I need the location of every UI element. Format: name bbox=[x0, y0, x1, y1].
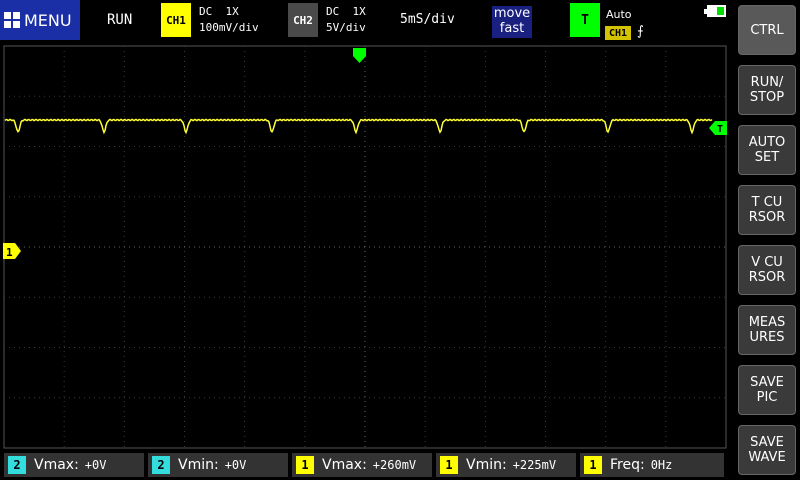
measurement-value: +260mV bbox=[372, 458, 417, 472]
sidebar-button-label-line2: SET bbox=[754, 150, 780, 165]
measurement-value: +0V bbox=[224, 458, 247, 472]
waveform-display[interactable]: 1 T bbox=[0, 0, 732, 452]
measurement-name: Vmin: bbox=[466, 457, 507, 473]
sidebar-button-label-line1: SAVE bbox=[750, 435, 784, 450]
sidebar-button-label-line1: MEAS bbox=[748, 315, 786, 330]
sidebar-button-label: AUTO SET bbox=[749, 135, 786, 165]
measurement-channel-badge: 1 bbox=[296, 456, 314, 474]
sidebar-button-4[interactable]: V CU RSOR bbox=[738, 245, 796, 295]
sidebar-button-label-line2: PIC bbox=[756, 390, 778, 405]
sidebar-button-label: MEAS URES bbox=[749, 315, 786, 345]
sidebar-button-1[interactable]: RUN/STOP bbox=[738, 65, 796, 115]
sidebar-button-label-line1: V CU bbox=[751, 255, 783, 270]
measurement-channel-badge: 1 bbox=[584, 456, 602, 474]
sidebar-button-7[interactable]: SAVE WAVE bbox=[738, 425, 796, 475]
sidebar-button-label: T CU RSOR bbox=[749, 195, 786, 225]
ch1-level-label: 1 bbox=[6, 246, 13, 259]
sidebar-button-label-line1: SAVE bbox=[750, 375, 784, 390]
sidebar-button-label-line1: RUN/ bbox=[750, 75, 784, 90]
sidebar-button-label-line1: CTRL bbox=[750, 22, 784, 38]
measurement-item[interactable]: 2 Vmin: +0V bbox=[148, 453, 288, 477]
sidebar-button-label: CTRL bbox=[750, 23, 783, 38]
sidebar-button-label: RUN/STOP bbox=[750, 75, 784, 105]
measurement-channel-badge: 2 bbox=[8, 456, 26, 474]
sidebar-button-label-line2: RSOR bbox=[748, 270, 786, 285]
sidebar-button-2[interactable]: AUTO SET bbox=[738, 125, 796, 175]
measurement-item[interactable]: 1 Vmin: +225mV bbox=[436, 453, 576, 477]
sidebar-button-label: SAVE PIC bbox=[750, 375, 784, 405]
measurement-value: 0Hz bbox=[650, 458, 673, 472]
sidebar-button-label-line2: URES bbox=[749, 330, 785, 345]
sidebar-button-label: V CU RSOR bbox=[749, 255, 786, 285]
measurement-name: Vmin: bbox=[178, 457, 219, 473]
sidebar-button-6[interactable]: SAVE PIC bbox=[738, 365, 796, 415]
measurement-name: Vmax: bbox=[34, 457, 79, 473]
measurement-value: +0V bbox=[84, 458, 107, 472]
sidebar-button-0[interactable]: CTRL bbox=[738, 5, 796, 55]
measurement-item[interactable]: 1 Freq: 0Hz bbox=[580, 453, 724, 477]
sidebar-button-label-line2: RSOR bbox=[748, 210, 786, 225]
measurement-item[interactable]: 2 Vmax: +0V bbox=[4, 453, 144, 477]
sidebar-button-label-line2: WAVE bbox=[748, 450, 786, 465]
sidebar-button-label: SAVE WAVE bbox=[748, 435, 785, 465]
measurement-channel-badge: 1 bbox=[440, 456, 458, 474]
measurement-value: +225mV bbox=[512, 458, 557, 472]
measurement-item[interactable]: 1 Vmax: +260mV bbox=[292, 453, 432, 477]
sidebar-button-label-line2: STOP bbox=[749, 90, 785, 105]
trigger-level-label: T bbox=[717, 124, 723, 135]
sidebar-button-5[interactable]: MEAS URES bbox=[738, 305, 796, 355]
measurement-channel-badge: 2 bbox=[152, 456, 170, 474]
measurement-name: Freq: bbox=[610, 457, 645, 473]
sidebar-button-label-line1: T CU bbox=[751, 195, 783, 210]
sidebar-button-label-line1: AUTO bbox=[748, 135, 786, 150]
measurement-name: Vmax: bbox=[322, 457, 367, 473]
sidebar-button-3[interactable]: T CU RSOR bbox=[738, 185, 796, 235]
